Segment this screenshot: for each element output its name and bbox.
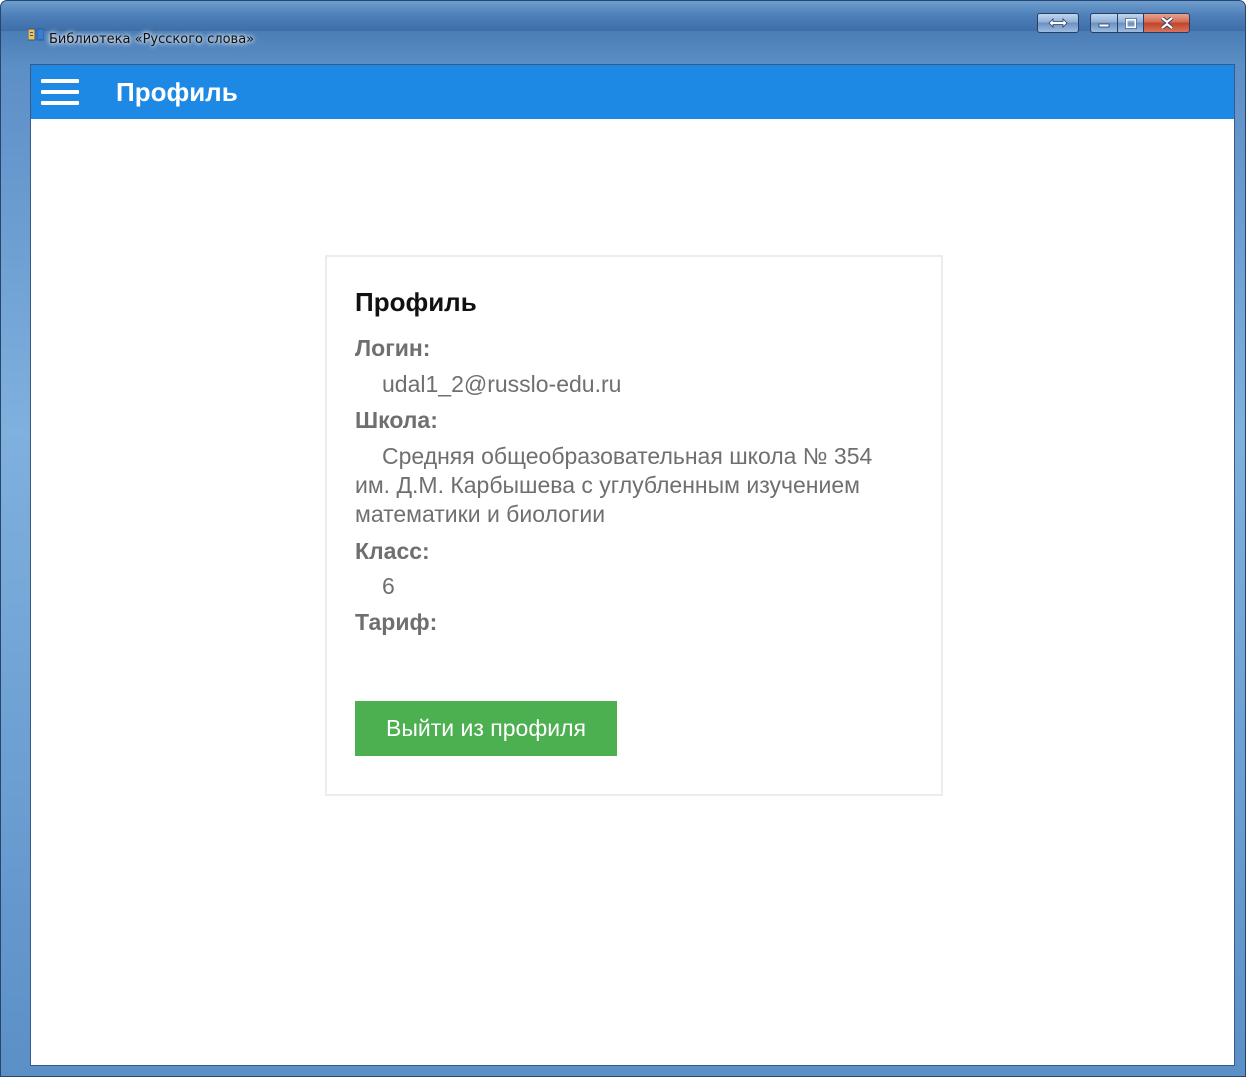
maximize-icon	[1124, 17, 1137, 29]
school-value: Средняя общеобразовательная школа № 354 …	[355, 443, 873, 527]
app-window: Библиотека «Русского слова» Профиль Проф…	[0, 0, 1246, 1077]
app-bar: Профиль	[31, 65, 1234, 119]
close-button[interactable]	[1143, 13, 1190, 33]
profile-card: Профиль Логин: udal1_2@russlo-edu.ru Шко…	[325, 255, 943, 796]
window-title: Библиотека «Русского слова»	[49, 32, 255, 47]
school-label: Школа:	[355, 407, 438, 433]
maximize-button[interactable]	[1117, 13, 1144, 33]
app-content: Профиль Профиль Логин: udal1_2@russlo-ed…	[30, 64, 1235, 1066]
close-icon	[1160, 17, 1173, 29]
class-label: Класс:	[355, 538, 430, 564]
class-value: 6	[382, 573, 395, 599]
login-value: udal1_2@russlo-edu.ru	[382, 371, 622, 397]
minimize-icon	[1098, 23, 1110, 28]
profile-heading: Профиль	[355, 287, 477, 317]
logout-button[interactable]: Выйти из профиля	[355, 701, 617, 756]
resize-arrows-icon	[1048, 18, 1068, 28]
minimize-button[interactable]	[1090, 13, 1118, 33]
book-icon	[28, 28, 44, 41]
resize-button[interactable]	[1037, 13, 1079, 33]
tariff-label: Тариф:	[355, 609, 438, 635]
page-title: Профиль	[116, 77, 238, 107]
login-label: Логин:	[355, 335, 431, 361]
hamburger-menu-icon[interactable]	[41, 79, 79, 105]
